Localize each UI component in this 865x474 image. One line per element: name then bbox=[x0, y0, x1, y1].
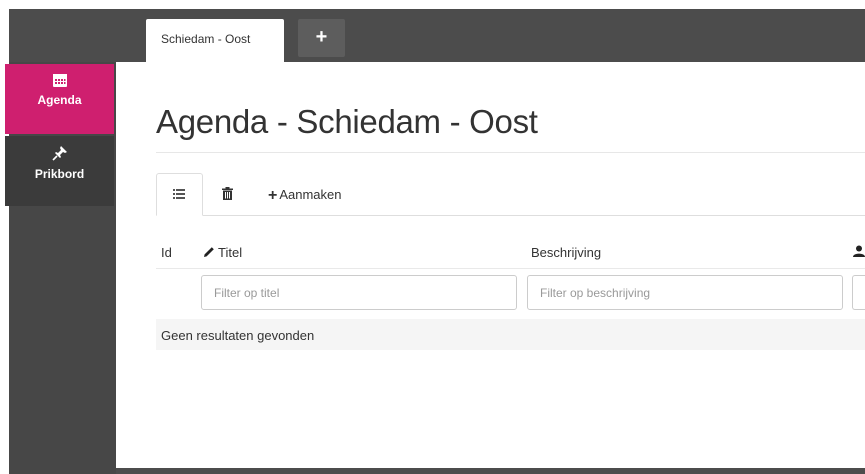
column-header-id: Id bbox=[161, 245, 172, 260]
tab-label: Schiedam - Oost bbox=[161, 32, 251, 46]
create-button[interactable]: + Aanmaken bbox=[268, 186, 342, 204]
delete-button[interactable] bbox=[222, 187, 233, 205]
list-view-tab[interactable] bbox=[156, 173, 203, 216]
add-tab-button[interactable]: + bbox=[298, 19, 345, 57]
description-filter-input[interactable] bbox=[527, 275, 843, 310]
sidebar-item-label: Prikbord bbox=[34, 167, 85, 181]
trash-icon bbox=[222, 187, 233, 200]
create-label: Aanmaken bbox=[279, 187, 342, 202]
header-divider bbox=[156, 268, 865, 269]
column-header-label: Titel bbox=[218, 245, 243, 260]
pencil-icon bbox=[204, 247, 214, 257]
plus-icon: + bbox=[315, 26, 328, 48]
plus-icon: + bbox=[268, 187, 278, 204]
bottom-edge bbox=[116, 468, 865, 474]
sidebar-item-label: Agenda bbox=[37, 93, 82, 107]
top-bar bbox=[9, 9, 865, 62]
title-filter-input[interactable] bbox=[201, 275, 517, 310]
column-header-user[interactable] bbox=[853, 245, 865, 260]
sidebar-item-agenda[interactable]: Agenda bbox=[5, 64, 114, 134]
empty-state-row: Geen resultaten gevonden bbox=[156, 319, 865, 350]
toolbar-divider bbox=[156, 215, 865, 216]
list-icon bbox=[173, 189, 185, 199]
pin-icon bbox=[51, 146, 67, 161]
divider bbox=[156, 152, 865, 153]
user-icon bbox=[853, 245, 865, 257]
calendar-icon bbox=[52, 74, 67, 87]
user-filter-input[interactable] bbox=[852, 275, 865, 310]
tab-schiedam-oost[interactable]: Schiedam - Oost bbox=[146, 19, 284, 62]
column-header-titel[interactable]: Titel bbox=[203, 245, 242, 260]
page-title: Agenda - Schiedam - Oost bbox=[156, 103, 538, 140]
sidebar-item-prikbord[interactable]: Prikbord bbox=[5, 136, 114, 206]
empty-state-message: Geen resultaten gevonden bbox=[161, 328, 315, 343]
column-header-beschrijving: Beschrijving bbox=[531, 245, 602, 260]
